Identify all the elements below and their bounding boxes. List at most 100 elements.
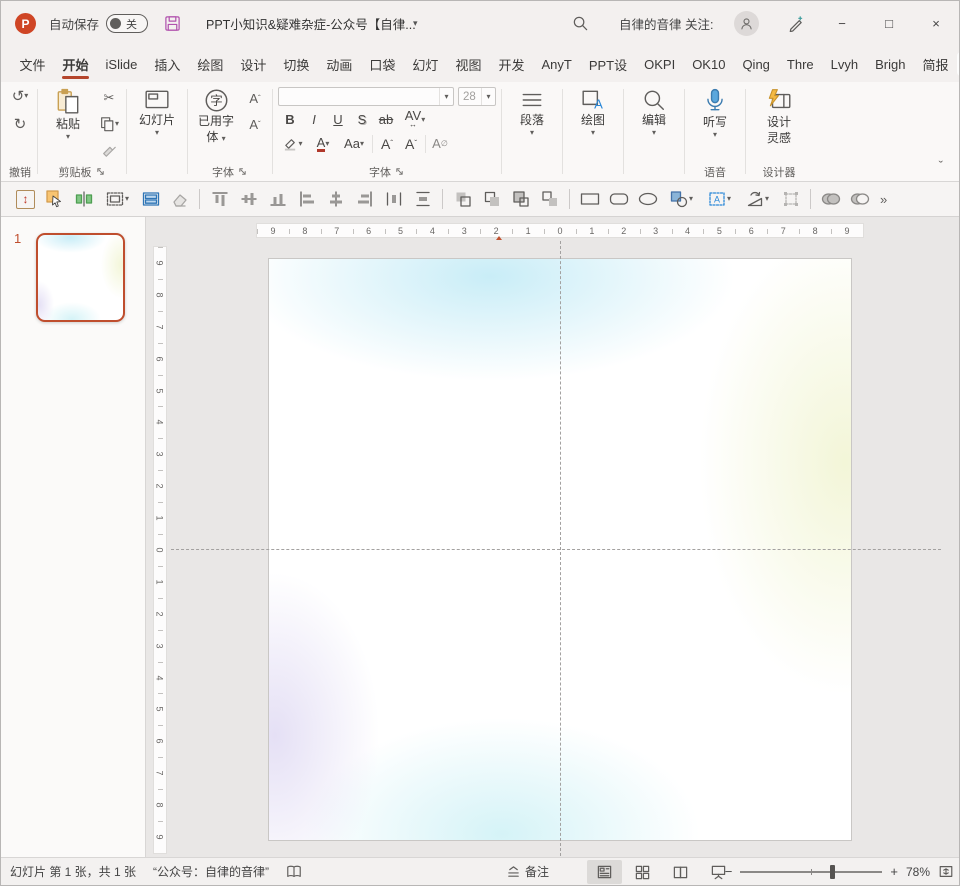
collapse-ribbon-button[interactable]: ˇ (939, 158, 943, 173)
drawing-button[interactable]: A 绘图 ▾ (568, 85, 618, 137)
autosave-toggle[interactable]: 关 (106, 14, 148, 33)
send-to-back-tool[interactable] (537, 187, 562, 212)
copy-button[interactable]: ▾ (97, 113, 121, 135)
ribbon-tab[interactable]: 设计 (232, 46, 275, 82)
ribbon-tab[interactable]: Lvyh (822, 46, 866, 82)
edit-points-tool[interactable] (778, 187, 803, 212)
clipboard-dialog-launcher[interactable] (95, 166, 106, 177)
ribbon-tab[interactable]: 开发 (490, 46, 533, 82)
shrink-font-button[interactable]: Aˇ (243, 113, 267, 135)
close-button[interactable]: × (919, 8, 953, 38)
normal-view-button[interactable] (587, 860, 622, 884)
clear-format-tool[interactable] (167, 187, 192, 212)
font-dialog-launcher[interactable] (394, 166, 405, 177)
powerpoint-logo-icon[interactable]: P (15, 13, 36, 34)
underline-button[interactable]: U (326, 109, 350, 130)
zoom-in-button[interactable]: + (890, 864, 898, 879)
cut-button[interactable]: ✂ (97, 87, 121, 109)
avatar[interactable] (734, 11, 759, 36)
title-dropdown-icon[interactable]: ▾ (413, 18, 418, 29)
editing-canvas[interactable]: 9876543210123456789 9876543210123456789 (146, 217, 959, 857)
search-icon[interactable] (572, 15, 589, 32)
align-top-tool[interactable] (207, 187, 232, 212)
ribbon-tab[interactable]: 口袋 (361, 46, 404, 82)
character-spacing-button[interactable]: AV↔ ▾ (398, 109, 432, 130)
shapes-gallery-tool[interactable]: ▾ (664, 187, 698, 212)
ribbon-tab[interactable]: 简报 (914, 46, 957, 82)
vertical-ruler[interactable]: 9876543210123456789 (153, 246, 167, 854)
text-shadow-button[interactable]: S (350, 109, 374, 130)
slide-thumbnail[interactable] (36, 233, 125, 322)
fit-to-window-icon[interactable] (938, 864, 954, 879)
horizontal-ruler[interactable]: 9876543210123456789 (256, 223, 864, 238)
change-case-button[interactable]: Aa ▾ (338, 133, 370, 154)
zoom-out-button[interactable]: − (725, 864, 733, 879)
decrease-font-size-button[interactable]: Aˇ (399, 133, 423, 154)
ribbon-tab[interactable]: 切换 (275, 46, 318, 82)
font-size-combo[interactable]: 28 ▾ (458, 87, 496, 106)
redo-button[interactable]: ↻ (8, 113, 32, 135)
ribbon-tab[interactable]: 幻灯 (404, 46, 447, 82)
ribbon-tab[interactable]: OK10 (684, 46, 734, 82)
increase-font-size-button[interactable]: Aˆ (375, 133, 399, 154)
merge-shapes-union-tool[interactable] (818, 187, 843, 212)
rectangle-shape-tool[interactable] (577, 187, 602, 212)
align-middle-tool[interactable] (236, 187, 261, 212)
align-bottom-tool[interactable] (265, 187, 290, 212)
zoom-slider[interactable] (740, 871, 882, 873)
slide-sorter-view-button[interactable] (625, 860, 660, 884)
bring-forward-tool[interactable] (450, 187, 475, 212)
paste-button[interactable]: 粘贴 ▾ (43, 85, 93, 141)
ribbon-tab[interactable]: 绘图 (189, 46, 232, 82)
clear-formatting-button[interactable]: A∅ (428, 133, 452, 154)
italic-button[interactable]: I (302, 109, 326, 130)
distribute-horizontal-tool[interactable] (381, 187, 406, 212)
used-fonts-button[interactable]: 字 已用字 体 ▾ (193, 85, 239, 145)
zoom-percentage[interactable]: 78% (906, 865, 930, 879)
font-name-combo[interactable]: ▾ (278, 87, 454, 106)
layout-table-tool[interactable] (138, 187, 163, 212)
account-text[interactable]: 自律的音律 关注: (619, 14, 713, 33)
ribbon-tab[interactable]: Qing (734, 46, 778, 82)
align-center-tool[interactable] (323, 187, 348, 212)
reading-view-button[interactable] (663, 860, 698, 884)
rounded-rectangle-shape-tool[interactable] (606, 187, 631, 212)
notes-button[interactable]: 备注 (506, 858, 549, 885)
zoom-slider-thumb[interactable] (830, 865, 835, 879)
ribbon-tab[interactable]: 开始 (54, 46, 97, 82)
ribbon-tab[interactable]: AnyT (533, 46, 580, 82)
ribbon-tab[interactable]: Thre (778, 46, 822, 82)
distribute-vertical-tool[interactable] (410, 187, 435, 212)
align-distribute-tool[interactable] (71, 187, 96, 212)
ribbon-tab[interactable]: 文件 (11, 46, 54, 82)
ribbon-tab[interactable]: 视图 (447, 46, 490, 82)
maximize-button[interactable]: □ (872, 8, 906, 38)
strikethrough-button[interactable]: ab (374, 109, 398, 130)
undo-button[interactable]: ↺▾ (8, 85, 32, 107)
document-title[interactable]: PPT小知识&疑难杂症-公众号【自律... (206, 14, 426, 33)
highlight-color-button[interactable]: ▾ (278, 133, 308, 154)
merge-shapes-combine-tool[interactable] (847, 187, 872, 212)
design-ideas-button[interactable]: 设计 灵感 (751, 85, 807, 146)
send-backward-tool[interactable] (479, 187, 504, 212)
used-fonts-dialog-launcher[interactable] (237, 166, 248, 177)
ribbon-tab[interactable]: OKPI (636, 46, 684, 82)
select-object-tool[interactable] (42, 187, 67, 212)
ribbon-tab[interactable]: iSlide (97, 46, 146, 82)
align-left-tool[interactable] (294, 187, 319, 212)
insert-placeholder-tool[interactable]: ▾ (100, 187, 134, 212)
new-slide-button[interactable]: 幻灯片 ▾ (132, 85, 182, 137)
bold-button[interactable]: B (278, 109, 302, 130)
row-height-tool[interactable]: ↕ (13, 187, 38, 212)
editing-button[interactable]: 编辑 ▾ (629, 85, 679, 137)
text-box-tool[interactable]: A ▾ (702, 187, 736, 212)
grow-font-button[interactable]: Aˆ (243, 87, 267, 109)
ribbon-tab[interactable]: PPT设 (580, 46, 635, 82)
ribbon-tab[interactable]: 动画 (318, 46, 361, 82)
save-icon[interactable] (164, 15, 181, 32)
proofing-book-icon[interactable] (286, 864, 302, 879)
pen-tool-icon[interactable] (787, 15, 804, 32)
horizontal-guide[interactable] (171, 549, 941, 550)
paragraph-button[interactable]: 段落 ▾ (507, 85, 557, 137)
format-painter-button[interactable] (97, 139, 121, 161)
